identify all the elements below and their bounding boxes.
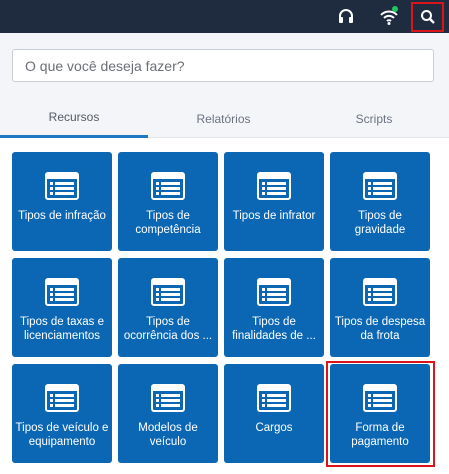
resource-tile-label: Tipos de gravidade: [354, 210, 406, 236]
table-list-icon: [363, 172, 397, 200]
resource-tile[interactable]: Tipos de infração: [12, 152, 112, 251]
search-input[interactable]: O que você deseja fazer?: [12, 49, 434, 82]
resource-tile-label: Tipos de infrator: [232, 210, 316, 222]
selection-highlight: [326, 361, 435, 467]
top-bar: [0, 0, 449, 33]
search-icon: [420, 10, 435, 24]
tab-relatorios[interactable]: Relatórios: [148, 99, 299, 138]
wifi-icon[interactable]: [374, 0, 404, 33]
resource-tile[interactable]: Tipos de taxas e licenciamentos: [12, 258, 112, 357]
resource-tile[interactable]: Cargos: [224, 364, 324, 463]
tab-recursos[interactable]: Recursos: [0, 99, 148, 138]
resource-tile-label: Cargos: [255, 422, 293, 434]
headset-icon[interactable]: [332, 0, 360, 33]
table-list-icon: [363, 278, 397, 306]
resource-tile-label: Tipos de competência: [135, 210, 201, 236]
wifi-status-dot: [392, 6, 398, 12]
resource-tile-label: Tipos de finalidades de ...: [232, 316, 316, 342]
tabs-bar: Recursos Relatórios Scripts: [0, 99, 449, 138]
resource-tile[interactable]: Tipos de infrator: [224, 152, 324, 251]
resource-tile[interactable]: Tipos de veículo e equipamento: [12, 364, 112, 463]
tab-scripts[interactable]: Scripts: [299, 99, 449, 138]
resource-tile-label: Tipos de veículo e equipamento: [15, 422, 109, 448]
resource-tile[interactable]: Tipos de despesa da frota: [330, 258, 430, 357]
resource-tile-label: Tipos de taxas e licenciamentos: [20, 316, 104, 342]
table-list-icon: [151, 172, 185, 200]
table-list-icon: [257, 384, 291, 412]
resource-tile-label: Tipos de despesa da frota: [334, 316, 426, 342]
resource-tile-label: Tipos de ocorrência dos ...: [123, 316, 213, 342]
table-list-icon: [45, 384, 79, 412]
table-list-icon: [257, 172, 291, 200]
resource-tile-label: Modelos de veículo: [138, 422, 198, 448]
resource-tile[interactable]: Tipos de gravidade: [330, 152, 430, 251]
search-area: O que você deseja fazer?: [0, 33, 449, 99]
search-button[interactable]: [411, 2, 444, 32]
resource-tile[interactable]: Tipos de finalidades de ...: [224, 258, 324, 357]
resource-tile[interactable]: Tipos de competência: [118, 152, 218, 251]
resource-tile[interactable]: Modelos de veículo: [118, 364, 218, 463]
table-list-icon: [45, 278, 79, 306]
table-list-icon: [257, 278, 291, 306]
table-list-icon: [45, 172, 79, 200]
resource-tile-label: Tipos de infração: [18, 210, 106, 222]
table-list-icon: [151, 384, 185, 412]
table-list-icon: [151, 278, 185, 306]
search-placeholder: O que você deseja fazer?: [25, 57, 185, 74]
resource-tile[interactable]: Tipos de ocorrência dos ...: [118, 258, 218, 357]
